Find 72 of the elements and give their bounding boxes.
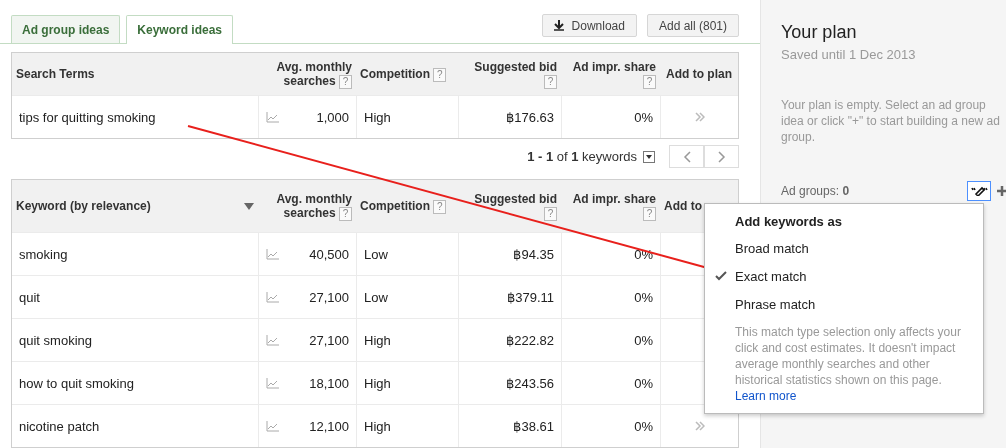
bid-cell: ฿379.11 <box>458 276 561 318</box>
searches-cell: 12,100 <box>258 405 356 447</box>
share-cell: 0% <box>561 405 660 447</box>
searches-cell: 18,100 <box>258 362 356 404</box>
competition-cell: High <box>356 319 458 361</box>
share-cell: 0% <box>561 96 660 138</box>
trend-chart-icon[interactable] <box>266 420 279 432</box>
menu-item[interactable]: Exact match <box>705 262 983 290</box>
bid-cell: ฿176.63 <box>458 96 561 138</box>
searches-cell: 1,000 <box>258 96 356 138</box>
column-header[interactable]: Ad impr. share ? <box>561 180 660 232</box>
bid-cell: ฿94.35 <box>458 233 561 275</box>
trend-chart-icon[interactable] <box>266 334 279 346</box>
keyword-cell-text: how to quit smoking <box>18 374 135 393</box>
column-header[interactable]: Competition ? <box>356 53 458 95</box>
trend-chart-icon[interactable] <box>266 248 279 260</box>
column-header[interactable]: Ad impr. share ? <box>561 53 660 95</box>
keyword-cell-text: tips for quitting smoking <box>18 108 157 127</box>
download-icon <box>553 20 564 31</box>
competition-cell: High <box>356 405 458 447</box>
bid-cell: ฿222.82 <box>458 319 561 361</box>
trend-chart-icon[interactable] <box>266 291 279 303</box>
quoted-pencil-icon <box>970 186 988 196</box>
bid-cell: ฿38.61 <box>458 405 561 447</box>
previous-page-button[interactable] <box>669 145 704 168</box>
chevron-left-icon <box>682 150 691 163</box>
competition-cell: Low <box>356 276 458 318</box>
menu-item[interactable]: Broad match <box>705 234 983 262</box>
keyword-cell-text: quit <box>18 288 41 307</box>
empty-plan-text: Your plan is empty. Select an ad group idea or click "+" to start building a new ad group. <box>781 97 1001 145</box>
add-chevrons-icon[interactable] <box>694 421 705 431</box>
bid-cell: ฿243.56 <box>458 362 561 404</box>
trend-chart-icon[interactable] <box>266 377 279 389</box>
column-header[interactable]: Keyword (by relevance) <box>12 180 258 232</box>
plan-title: Your plan <box>781 22 858 43</box>
column-header[interactable]: Avg. monthly searches ? <box>258 180 356 232</box>
keyword-cell-text: nicotine patch <box>18 417 101 436</box>
keyword-cell-text: smoking <box>18 245 69 264</box>
menu-note: This match type selection only affects your click and cost estimates. It doesn't impact average monthly searches and other historical statistics shown on this page. <box>734 324 962 388</box>
column-header[interactable]: Avg. monthly searches ? <box>258 53 356 95</box>
dropdown-icon[interactable] <box>643 150 655 163</box>
add-chevrons-icon[interactable] <box>694 112 705 122</box>
column-header[interactable]: Search Terms <box>12 53 258 95</box>
searches-cell: 27,100 <box>258 319 356 361</box>
column-header[interactable]: Suggested bid ? <box>458 180 561 232</box>
share-cell: 0% <box>561 276 660 318</box>
column-header[interactable]: Add to plan <box>660 53 738 95</box>
column-header[interactable]: Suggested bid ? <box>458 53 561 95</box>
tab[interactable]: Keyword ideas <box>126 15 234 44</box>
ad-groups-count: Ad groups: 0 <box>781 184 850 198</box>
chevron-right-icon <box>717 150 726 163</box>
competition-cell: High <box>356 96 458 138</box>
trend-chart-icon[interactable] <box>266 111 279 123</box>
searches-cell: 40,500 <box>258 233 356 275</box>
plus-icon[interactable] <box>997 186 1006 196</box>
add-all-button[interactable]: Add all (801) <box>646 14 739 37</box>
download-button[interactable]: Download <box>541 14 637 37</box>
menu-item[interactable]: Phrase match <box>705 290 983 318</box>
learn-more-link[interactable]: Learn more <box>705 389 797 403</box>
keyword-cell-text: quit smoking <box>18 331 93 350</box>
sort-arrow-icon[interactable] <box>244 202 254 210</box>
match-type-button[interactable] <box>967 181 991 201</box>
searches-cell: 27,100 <box>258 276 356 318</box>
share-cell: 0% <box>561 319 660 361</box>
saved-text: Saved until 1 Dec 2013 <box>781 47 917 62</box>
next-page-button[interactable] <box>704 145 739 168</box>
competition-cell: Low <box>356 233 458 275</box>
tab[interactable]: Ad group ideas <box>11 15 121 43</box>
share-cell: 0% <box>561 362 660 404</box>
column-header[interactable]: Competition ? <box>356 180 458 232</box>
competition-cell: High <box>356 362 458 404</box>
pagination-text: 1 - 1 of 1 keywords <box>527 149 637 164</box>
